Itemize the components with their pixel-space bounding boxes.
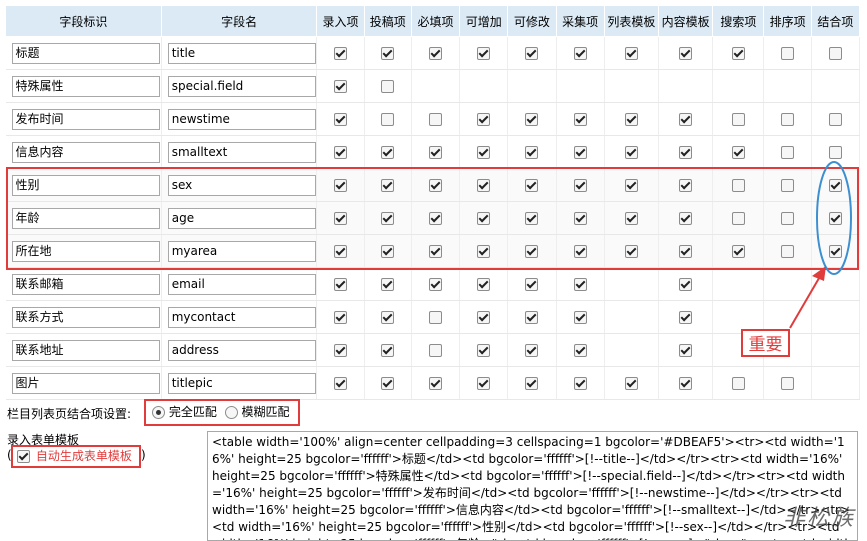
fuzzy-match-label[interactable]: 模糊匹配 xyxy=(242,405,290,419)
exact-match-radio[interactable] xyxy=(152,406,165,419)
exact-match-label[interactable]: 完全匹配 xyxy=(169,405,217,419)
watermark: 非松族 xyxy=(783,506,856,531)
combine-column-ellipse xyxy=(816,161,852,275)
template-settings: 栏目列表页结合项设置: 完全匹配 模糊匹配 录入表单模板 ( 自动生成表单模板 … xyxy=(5,399,860,541)
important-text: 重要 xyxy=(748,335,783,355)
list-match-label: 栏目列表页结合项设置: xyxy=(7,407,132,421)
match-options-box: 完全匹配 模糊匹配 xyxy=(144,399,300,426)
auto-generate-checkbox[interactable] xyxy=(17,450,30,463)
annotation-arrow-line xyxy=(789,272,823,329)
fuzzy-match-radio[interactable] xyxy=(224,406,238,419)
paren-close: ) xyxy=(141,448,146,462)
auto-generate-label[interactable]: 自动生成表单模板 xyxy=(36,449,132,463)
template-code-textarea[interactable]: <table width='100%' align=center cellpad… xyxy=(207,431,858,541)
list-match-row: 栏目列表页结合项设置: xyxy=(7,405,131,423)
auto-generate-box: 自动生成表单模板 xyxy=(11,445,141,468)
annotation-arrow-head xyxy=(812,266,826,281)
important-label: 重要 xyxy=(741,329,790,357)
